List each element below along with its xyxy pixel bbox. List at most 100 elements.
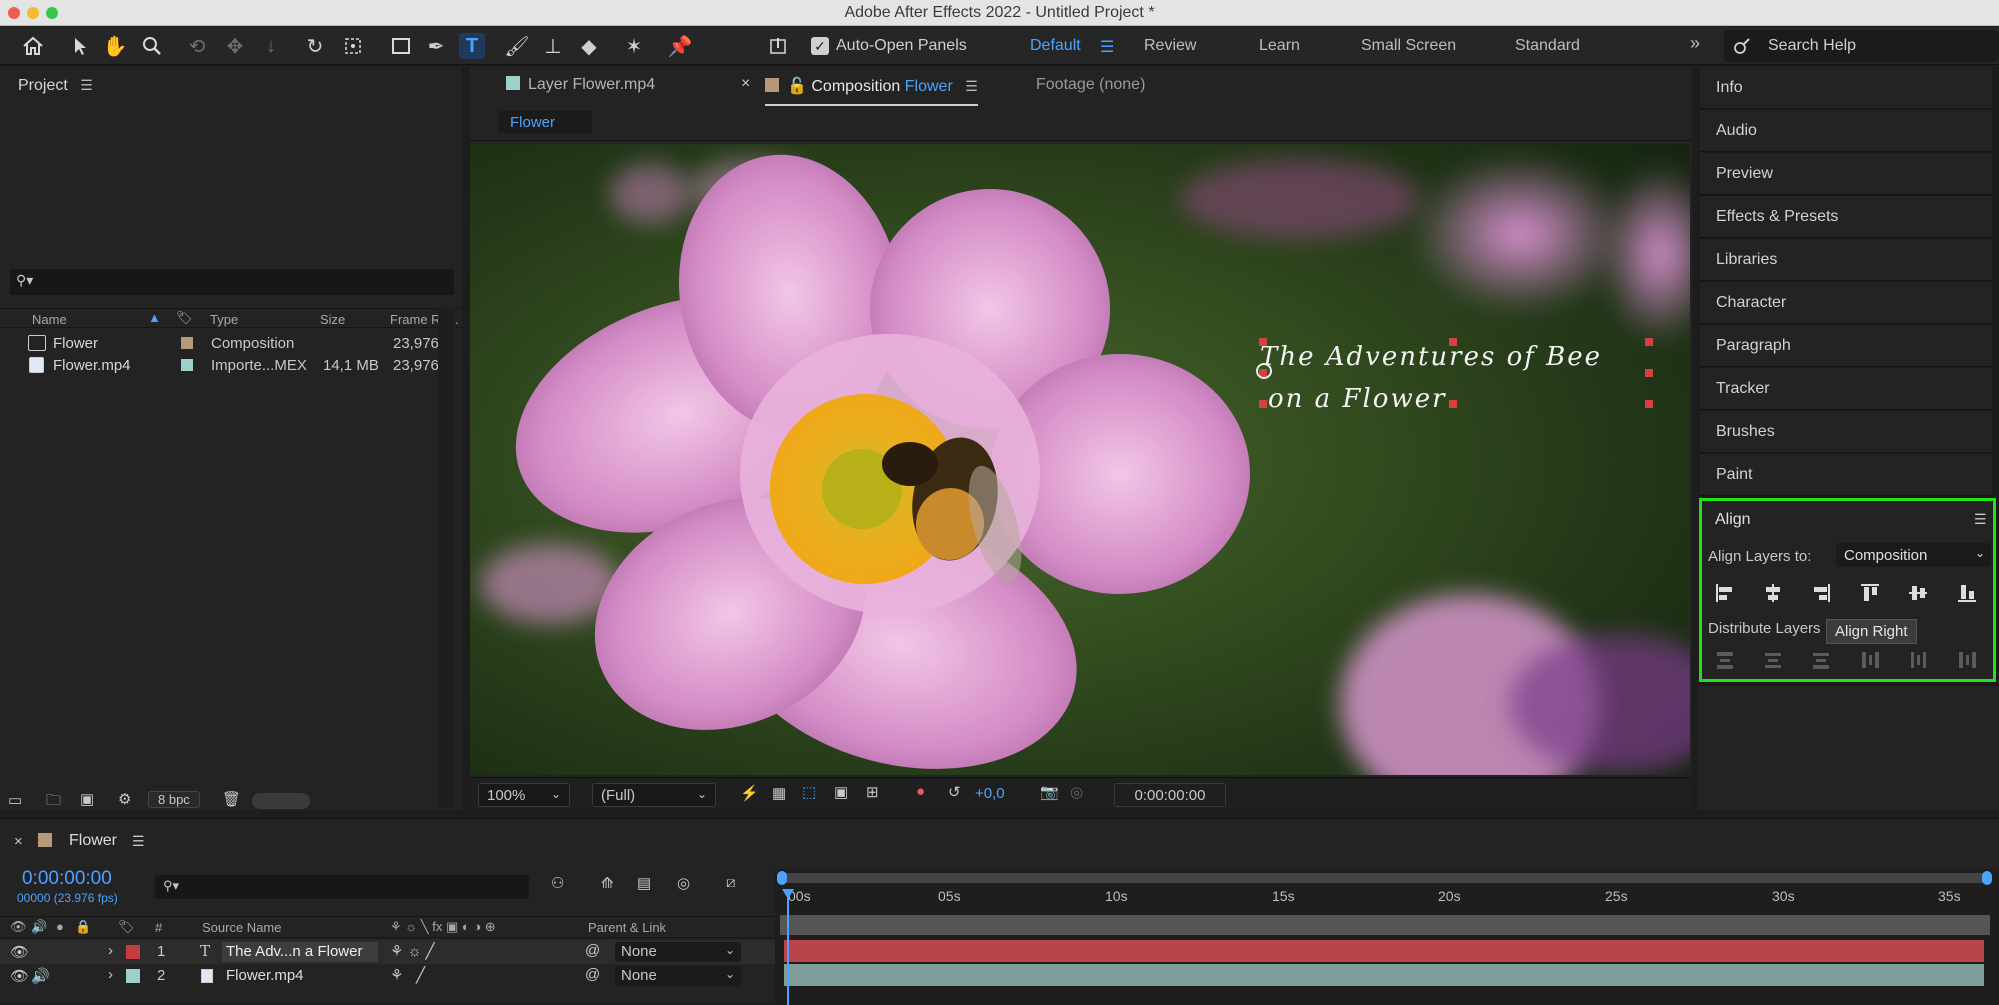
rotation-tool-icon[interactable]: ↻ xyxy=(302,33,328,59)
layer-1-duration-bar[interactable] xyxy=(784,940,1984,962)
tab-footage[interactable]: Footage (none) xyxy=(1036,76,1145,94)
snapping-icon[interactable] xyxy=(765,33,791,59)
panel-info[interactable]: Info xyxy=(1700,67,1992,109)
distribute-left-icon[interactable] xyxy=(1855,647,1885,673)
panel-libraries[interactable]: Libraries xyxy=(1700,239,1992,281)
guides-icon[interactable]: ⊞ xyxy=(866,783,879,801)
timeline-layer-row[interactable]: 👁 🔊 › 2 Flower.mp4 ⚘ ╱ @ None ⌄ xyxy=(0,964,775,988)
sort-ascending-icon[interactable]: ▲ xyxy=(148,310,161,325)
align-to-dropdown[interactable]: Composition ⌄ xyxy=(1836,543,1991,567)
column-type[interactable]: Type xyxy=(210,312,238,327)
home-icon[interactable] xyxy=(20,33,46,59)
project-item-flower[interactable]: Flower Composition 23,976 ⚇ xyxy=(0,333,462,355)
eraser-tool-icon[interactable]: ◆ xyxy=(576,33,602,59)
new-folder-icon[interactable]: 🗀 xyxy=(46,790,61,815)
reset-exposure-icon[interactable]: ↺ xyxy=(948,783,961,801)
solo-icon[interactable]: ● xyxy=(56,919,64,934)
workspace-small-screen[interactable]: Small Screen xyxy=(1361,37,1456,55)
project-panel-title[interactable]: Project ☰ xyxy=(18,77,93,95)
playhead-line[interactable] xyxy=(787,897,789,1005)
transform-handle[interactable] xyxy=(1259,338,1267,346)
label-color-swatch[interactable] xyxy=(126,945,140,959)
label-color-swatch[interactable] xyxy=(181,337,193,349)
align-right-icon[interactable] xyxy=(1806,579,1836,607)
work-area-bar[interactable] xyxy=(780,915,1990,935)
audio-icon[interactable]: 🔊 xyxy=(31,919,47,935)
search-help-field[interactable]: Search Help xyxy=(1724,30,1999,62)
tab-menu-icon[interactable]: ☰ xyxy=(965,78,978,95)
hide-shy-layers-icon[interactable]: ▤ xyxy=(637,874,651,892)
panel-character[interactable]: Character xyxy=(1700,282,1992,324)
chevron-right-icon[interactable]: › xyxy=(108,942,113,959)
panel-preview[interactable]: Preview xyxy=(1700,153,1992,195)
column-parent-link[interactable]: Parent & Link xyxy=(588,920,666,935)
zoom-tool-icon[interactable] xyxy=(139,33,165,59)
transform-handle[interactable] xyxy=(1449,338,1457,346)
lock-icon[interactable]: 🔓 xyxy=(787,78,807,95)
project-scrollbar[interactable] xyxy=(438,308,454,808)
timeline-comp-tab[interactable]: Flower xyxy=(69,832,117,850)
transform-handle[interactable] xyxy=(1259,400,1267,408)
distribute-top-icon[interactable] xyxy=(1710,647,1740,673)
timeline-track-area[interactable]: 00s 05s 10s 15s 20s 25s 30s 35s xyxy=(775,869,1999,1005)
workspace-menu-icon[interactable]: ☰ xyxy=(1100,37,1114,57)
zoom-window-button[interactable] xyxy=(46,7,58,19)
comp-breadcrumb[interactable]: Flower xyxy=(498,111,592,133)
layer-source-name[interactable]: Flower.mp4 xyxy=(226,967,304,984)
minimize-window-button[interactable] xyxy=(27,7,39,19)
resolution-dropdown[interactable]: (Full) ⌄ xyxy=(592,783,716,807)
brush-tool-icon[interactable]: 🖌 xyxy=(504,33,530,59)
layer-2-duration-bar[interactable] xyxy=(784,964,1984,986)
layer-switches[interactable]: ⚘ ╱ xyxy=(390,966,425,984)
trash-icon[interactable]: 🗑 xyxy=(222,790,241,808)
channel-icon[interactable]: ● xyxy=(916,783,925,800)
align-panel-menu-icon[interactable]: ☰ xyxy=(1974,511,1987,528)
transform-handle[interactable] xyxy=(1645,338,1653,346)
bit-depth-button[interactable]: 8 bpc xyxy=(148,791,200,808)
panel-effects-presets[interactable]: Effects & Presets xyxy=(1700,196,1992,238)
project-menu-icon[interactable]: ☰ xyxy=(80,77,93,94)
timeline-menu-icon[interactable]: ☰ xyxy=(132,833,145,850)
rectangle-tool-icon[interactable] xyxy=(388,33,414,59)
workspace-standard[interactable]: Standard xyxy=(1515,37,1580,55)
transform-handle[interactable] xyxy=(1645,400,1653,408)
auto-open-panels-checkbox[interactable]: ✓ xyxy=(811,37,829,55)
clone-stamp-tool-icon[interactable]: ⊥ xyxy=(540,33,566,59)
column-source-name[interactable]: Source Name xyxy=(202,920,281,935)
orbit-camera-icon[interactable]: ⟲ xyxy=(184,33,210,59)
close-tab-icon[interactable]: × xyxy=(741,75,750,93)
video-visibility-icon[interactable]: 👁 xyxy=(10,943,29,961)
label-color-swatch[interactable] xyxy=(126,969,140,983)
panel-tracker[interactable]: Tracker xyxy=(1700,368,1992,410)
navigator-start-handle[interactable] xyxy=(777,871,787,885)
video-visibility-icon[interactable]: 👁 xyxy=(10,919,27,935)
panel-paragraph[interactable]: Paragraph xyxy=(1700,325,1992,367)
tab-composition-flower[interactable]: 🔓 Composition Flower ☰ xyxy=(765,76,978,106)
panel-paint[interactable]: Paint xyxy=(1700,454,1992,496)
distribute-vertical-center-icon[interactable] xyxy=(1758,647,1788,673)
align-left-icon[interactable] xyxy=(1710,579,1740,607)
selection-tool-icon[interactable] xyxy=(67,33,93,59)
audio-icon[interactable]: 🔊 xyxy=(31,967,50,985)
viewer-timecode[interactable]: 0:00:00:00 xyxy=(1114,783,1226,807)
align-top-icon[interactable] xyxy=(1855,579,1885,607)
close-window-button[interactable] xyxy=(8,7,20,19)
snapshot-camera-icon[interactable]: 📷 xyxy=(1040,783,1059,801)
mask-visibility-icon[interactable]: ▣ xyxy=(834,783,848,801)
composition-mini-flowchart-icon[interactable]: ⚇ xyxy=(551,874,564,892)
close-timeline-icon[interactable]: × xyxy=(14,833,23,850)
interpret-footage-icon[interactable]: ▭ xyxy=(8,791,22,809)
video-visibility-icon[interactable]: 👁 xyxy=(10,967,29,985)
dolly-camera-icon[interactable]: ↓ xyxy=(258,33,284,59)
distribute-horizontal-center-icon[interactable] xyxy=(1903,647,1933,673)
type-tool-icon[interactable]: T xyxy=(459,33,485,59)
pen-tool-icon[interactable]: ✒ xyxy=(423,33,449,59)
time-navigator-bar[interactable] xyxy=(780,873,1990,883)
align-horizontal-center-icon[interactable] xyxy=(1758,579,1788,607)
exposure-value[interactable]: +0,0 xyxy=(975,785,1005,802)
project-item-flower-mp4[interactable]: Flower.mp4 Importe...MEX 14,1 MB 23,976 xyxy=(0,355,462,377)
label-tag-icon[interactable]: 🏷 xyxy=(118,919,135,935)
frame-blending-icon[interactable]: ◎ xyxy=(677,874,690,892)
project-search-input[interactable]: ⚲▾ xyxy=(10,269,454,295)
pan-camera-icon[interactable]: ✥ xyxy=(222,33,248,59)
